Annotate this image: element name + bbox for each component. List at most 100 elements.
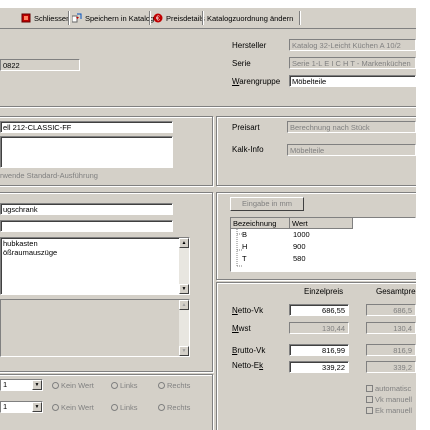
model-text-area[interactable] [0, 136, 173, 168]
ek-manual-checkbox[interactable]: Ek manuell [366, 406, 412, 415]
checkbox-icon [366, 407, 373, 414]
checkbox-icon [366, 396, 373, 403]
scroll-up-icon[interactable]: ▲ [179, 300, 189, 310]
model-value: ell 212-CLASSIC-FF [3, 123, 72, 132]
radio-icon [111, 404, 118, 411]
radio-label: Links [120, 381, 138, 390]
warengruppe-label: Warengruppe [232, 77, 281, 86]
radio-kein-wert-2[interactable]: Kein Wert [52, 403, 94, 412]
radio-kein-wert-1[interactable]: Kein Wert [52, 381, 94, 390]
notes-scrollbar[interactable]: ▲ ▼ [179, 300, 189, 356]
radio-label: Kein Wert [61, 403, 94, 412]
kalk-info-field[interactable]: Möbelteile [287, 144, 416, 156]
netto-vk-total-field[interactable]: 686,5 [366, 304, 416, 316]
radio-links-2[interactable]: Links [111, 403, 138, 412]
ek-manual-checkbox-label: Ek manuell [375, 406, 413, 415]
netto-vk-label: Netto-Vk [232, 306, 264, 315]
article-number-field[interactable]: 0822 [0, 59, 80, 71]
close-button-label: Schliessen [34, 13, 71, 23]
dim-row-value[interactable]: 580 [293, 254, 306, 264]
article-number-value: 0822 [3, 61, 20, 70]
catalog-assignment-label: Katalogzuordnung ändern [207, 13, 294, 23]
netto-ek-unit-field[interactable]: 339,22 [289, 361, 349, 373]
netto-ek-label: Netto-Ek [232, 361, 264, 370]
dim-row-value[interactable]: 1000 [293, 230, 310, 240]
price-details-label: Preisdetails [166, 13, 205, 23]
article-name2-field[interactable] [0, 220, 173, 232]
preisart-label: Preisart [232, 123, 260, 132]
total-price-header: Gesamtpre [376, 287, 416, 296]
mwst-label: Mwst [232, 324, 251, 333]
dim-row-name[interactable]: T [242, 254, 247, 264]
warengruppe-field[interactable]: Möbelteile [289, 75, 416, 87]
mwst-total-field[interactable]: 130,4 [366, 322, 416, 334]
hersteller-value: Katalog 32-Leicht Küchen A 10/2 [292, 41, 401, 50]
brutto-vk-unit-field[interactable]: 816,99 [289, 344, 349, 356]
radio-rechts-1[interactable]: Rechts [158, 381, 190, 390]
netto-ek-total-field[interactable]: 339,2 [366, 361, 416, 373]
auto-checkbox[interactable]: automatisc [366, 384, 411, 393]
radio-icon [52, 404, 59, 411]
netto-vk-unit-field[interactable]: 686,55 [289, 304, 349, 316]
close-door-icon [21, 13, 31, 23]
radio-icon [52, 382, 59, 389]
unit-price-header: Einzelpreis [304, 287, 344, 296]
column-header-wert[interactable]: Wert [290, 218, 353, 229]
dim-row-name[interactable]: H [242, 242, 247, 252]
brutto-vk-total-field[interactable]: 816,9 [366, 344, 416, 356]
radio-label: Links [120, 403, 138, 412]
radio-icon [158, 404, 165, 411]
scroll-down-icon[interactable]: ▼ [179, 346, 189, 356]
brutto-vk-label: Brutto-Vk [232, 346, 266, 355]
option-select-2[interactable]: 1 ▼ [0, 401, 43, 413]
article-window: Schliessen Speichern in Katalog € Preisd… [0, 8, 416, 430]
radio-label: Rechts [167, 403, 191, 412]
article-notes[interactable]: ▲ ▼ [0, 299, 190, 357]
scroll-down-icon[interactable]: ▼ [179, 284, 189, 294]
vk-manual-checkbox-label: Vk manuell [375, 395, 413, 404]
input-mm-button[interactable]: Eingabe in mm [230, 197, 304, 211]
save-to-catalog-button[interactable]: Speichern in Katalog [71, 11, 154, 25]
chevron-down-icon[interactable]: ▼ [32, 380, 42, 390]
standard-variant-label: rwende Standard-Ausführung [0, 171, 98, 180]
serie-field[interactable]: Serie 1-L E I C H T - Markenküchen [289, 57, 416, 69]
svg-text:€: € [156, 16, 160, 23]
description-scrollbar[interactable]: ▲ ▼ [179, 238, 189, 294]
save-catalog-icon [71, 13, 82, 23]
radio-icon [111, 382, 118, 389]
mwst-unit-field[interactable]: 130,44 [289, 322, 349, 334]
dim-row-value[interactable]: 900 [293, 242, 306, 252]
chevron-down-icon[interactable]: ▼ [32, 402, 42, 412]
kalk-info-label: Kalk-Info [232, 145, 264, 154]
radio-links-1[interactable]: Links [111, 381, 138, 390]
option-select-value: 1 [3, 402, 8, 411]
separator [0, 106, 416, 108]
description-line: hubkasten [3, 239, 38, 248]
column-header-bezeichnung[interactable]: Bezeichnung [231, 218, 290, 229]
catalog-assignment-button[interactable]: Katalogzuordnung ändern [207, 11, 293, 25]
hersteller-field[interactable]: Katalog 32-Leicht Küchen A 10/2 [289, 39, 416, 51]
preisart-value: Berechnung nach Stück [290, 123, 370, 132]
description-line: ößraumauszüge [3, 248, 58, 257]
model-field[interactable]: ell 212-CLASSIC-FF [0, 121, 173, 133]
auto-checkbox-label: automatisc [375, 384, 412, 393]
dim-row-name[interactable]: B [242, 230, 247, 240]
scroll-up-icon[interactable]: ▲ [179, 238, 189, 248]
checkbox-icon [366, 385, 373, 392]
price-details-icon: € [153, 13, 163, 23]
vk-manual-checkbox[interactable]: Vk manuell [366, 395, 412, 404]
article-description[interactable]: hubkasten ößraumauszüge ▲ ▼ [0, 237, 190, 295]
radio-label: Kein Wert [61, 381, 94, 390]
preisart-field[interactable]: Berechnung nach Stück [287, 121, 416, 133]
toolbar: Schliessen Speichern in Katalog € Preisd… [0, 8, 416, 29]
price-details-button[interactable]: € Preisdetails [153, 11, 205, 25]
radio-label: Rechts [167, 381, 191, 390]
article-name-value: ugschrank [3, 205, 38, 214]
option-select-1[interactable]: 1 ▼ [0, 379, 43, 391]
dimensions-table[interactable]: Bezeichnung Wert B 1000 H 900 T 580 [230, 217, 416, 272]
close-button[interactable]: Schliessen [21, 11, 70, 25]
serie-value: Serie 1-L E I C H T - Markenküchen [292, 59, 411, 68]
radio-rechts-2[interactable]: Rechts [158, 403, 190, 412]
option-select-value: 1 [3, 380, 8, 389]
article-name-field[interactable]: ugschrank [0, 203, 173, 215]
